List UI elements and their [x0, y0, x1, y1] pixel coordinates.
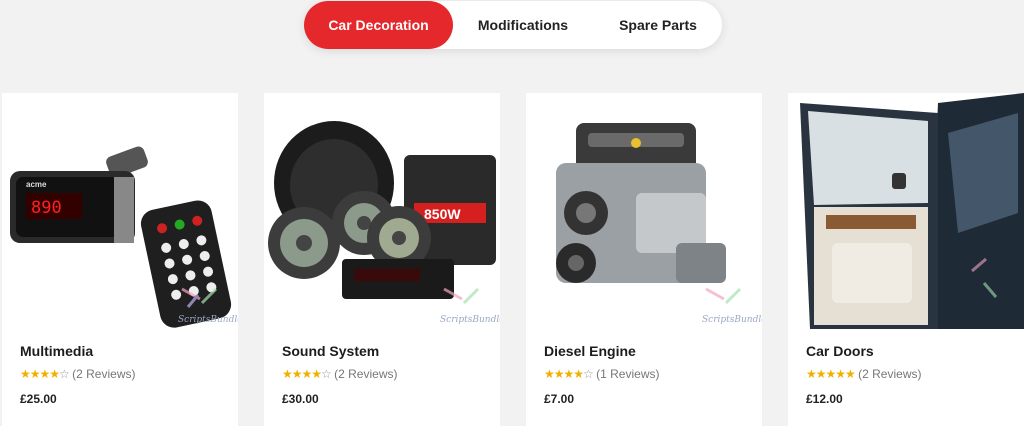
product-rating: ★★★★☆ (2 Reviews): [282, 367, 398, 381]
review-count[interactable]: (2 Reviews): [858, 367, 921, 381]
product-price: £12.00: [806, 392, 843, 406]
star-rating-icon: ★★★★: [544, 367, 584, 381]
tab-car-decoration[interactable]: Car Decoration: [304, 1, 453, 49]
product-image-engine[interactable]: ScriptsBundle: [526, 93, 762, 329]
svg-text:acme: acme: [26, 180, 47, 189]
watermark-text: ScriptsBundle: [440, 315, 500, 325]
product-card-multimedia[interactable]: 890 acme ScriptsBundle Multimedia ★★★★☆ …: [2, 93, 238, 426]
product-card-diesel-engine[interactable]: ScriptsBundle Diesel Engine ★★★★☆ (1 Rev…: [526, 93, 762, 426]
product-rating: ★★★★☆ (2 Reviews): [20, 367, 136, 381]
review-count[interactable]: (2 Reviews): [334, 367, 397, 381]
star-rating-icon: ★★★★: [20, 367, 60, 381]
svg-text:850W: 850W: [424, 206, 461, 222]
star-empty-icon: ☆: [583, 367, 594, 381]
product-card-sound-system[interactable]: 850W ScriptsBundle Sound System ★★★★☆ (2…: [264, 93, 500, 426]
product-image-car-door[interactable]: [788, 93, 1024, 329]
product-price: £25.00: [20, 392, 57, 406]
star-empty-icon: ☆: [59, 367, 70, 381]
star-rating-icon: ★★★★: [282, 367, 322, 381]
product-rating: ★★★★★ (2 Reviews): [806, 367, 922, 381]
product-title[interactable]: Car Doors: [806, 343, 874, 359]
tab-spare-parts[interactable]: Spare Parts: [600, 1, 716, 49]
tab-modifications[interactable]: Modifications: [464, 1, 582, 49]
review-count[interactable]: (1 Reviews): [596, 367, 659, 381]
watermark-text: ScriptsBundle: [178, 315, 238, 325]
watermark-text: ScriptsBundle: [702, 315, 762, 325]
product-price: £30.00: [282, 392, 319, 406]
category-tabs: Car Decoration Modifications Spare Parts: [304, 1, 722, 49]
svg-text:890: 890: [31, 198, 62, 218]
product-title[interactable]: Diesel Engine: [544, 343, 636, 359]
product-title[interactable]: Multimedia: [20, 343, 93, 359]
product-rating: ★★★★☆ (1 Reviews): [544, 367, 660, 381]
review-count[interactable]: (2 Reviews): [72, 367, 135, 381]
product-price: £7.00: [544, 392, 575, 406]
product-image-speakers[interactable]: 850W ScriptsBundle: [264, 93, 500, 329]
product-title[interactable]: Sound System: [282, 343, 379, 359]
product-card-car-doors[interactable]: Car Doors ★★★★★ (2 Reviews) £12.00: [788, 93, 1024, 426]
star-rating-icon: ★★★★★: [806, 367, 856, 381]
star-empty-icon: ☆: [321, 367, 332, 381]
product-image-fm-transmitter[interactable]: 890 acme ScriptsBundle: [2, 93, 238, 329]
